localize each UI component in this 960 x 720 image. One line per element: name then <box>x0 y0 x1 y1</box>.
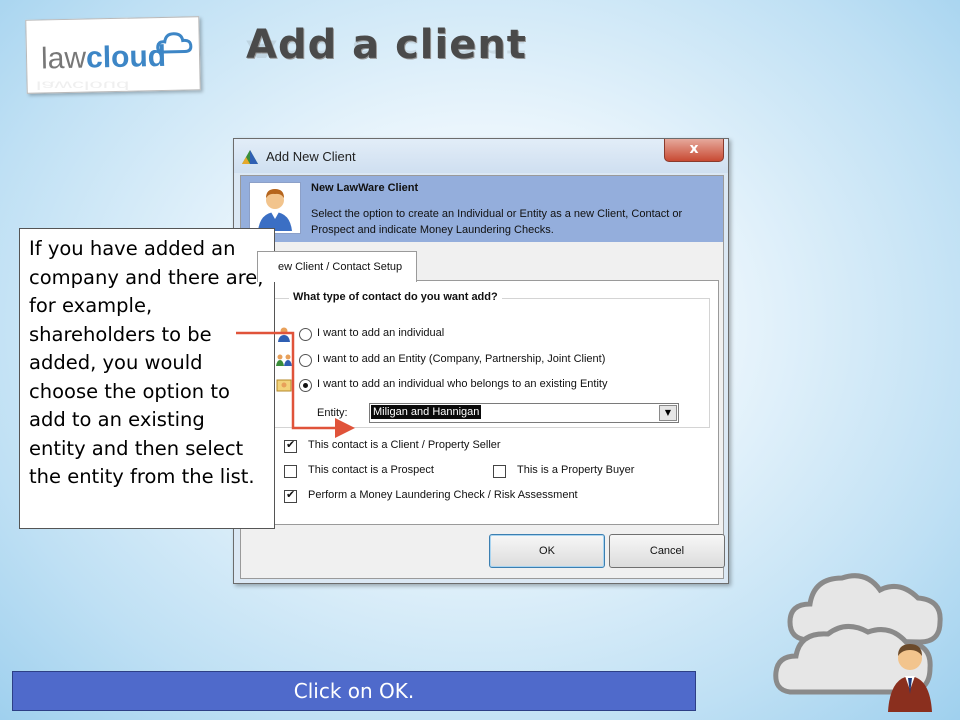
tab-panel: What type of contact do you want add? I … <box>257 280 719 525</box>
option-individual-label: I want to add an individual <box>317 327 445 339</box>
logo-reflection: lawcloud <box>36 78 130 93</box>
radio-entity[interactable] <box>299 354 312 367</box>
radio-individual[interactable] <box>299 328 312 341</box>
dialog-title: Add New Client <box>266 149 356 164</box>
dialog-header: New LawWare Client Select the option to … <box>241 176 723 242</box>
entity-selected-value: Miligan and Hannigan <box>371 405 482 419</box>
tab-label: ew Client / Contact Setup <box>278 261 403 273</box>
option-entity-label: I want to add an Entity (Company, Partne… <box>317 353 606 365</box>
option-existing-entity-label: I want to add an individual who belongs … <box>317 378 608 390</box>
callout-text: If you have added an company and there a… <box>29 237 264 488</box>
checkbox-prospect-label: This contact is a Prospect <box>308 464 434 476</box>
entity-field-label: Entity: <box>317 407 348 419</box>
ok-button[interactable]: OK <box>489 534 605 568</box>
contact-type-group: What type of contact do you want add? I … <box>268 291 710 428</box>
checkbox-money-laundering-label: Perform a Money Laundering Check / Risk … <box>308 489 578 501</box>
chevron-down-icon[interactable]: ▼ <box>659 405 677 421</box>
logo-text-law: law <box>40 41 87 76</box>
checkbox-client-seller[interactable] <box>284 438 297 453</box>
app-triangle-icon <box>242 150 258 164</box>
checkbox-property-buyer[interactable] <box>493 465 506 478</box>
entity-member-icon <box>276 379 292 392</box>
checkbox-client-seller-label: This contact is a Client / Property Sell… <box>308 439 501 451</box>
cancel-button[interactable]: Cancel <box>609 534 725 568</box>
checkbox-property-buyer-label: This is a Property Buyer <box>517 464 635 476</box>
entity-group-icon <box>276 354 292 366</box>
add-new-client-dialog: Add New Client x New LawWare Client Sele… <box>233 138 729 584</box>
dialog-header-description: Select the option to create an Individua… <box>311 208 683 236</box>
page-title-reflection: Add a client <box>246 34 527 62</box>
entity-dropdown[interactable]: Miligan and Hannigan ▼ <box>369 403 679 423</box>
logo-wordmark: lawcloud <box>41 40 167 77</box>
cloud-businessman-icon <box>773 573 943 712</box>
individual-icon <box>278 327 290 342</box>
close-button[interactable]: x <box>664 139 724 162</box>
dialog-header-title: New LawWare Client <box>311 182 419 194</box>
dialog-titlebar: Add New Client x <box>234 139 728 173</box>
instruction-text: Click on OK. <box>293 679 415 703</box>
group-title: What type of contact do you want add? <box>289 291 502 303</box>
checkbox-money-laundering[interactable] <box>284 488 297 503</box>
dialog-body: New LawWare Client Select the option to … <box>240 175 725 579</box>
radio-existing-entity[interactable] <box>299 379 312 392</box>
instruction-bar: Click on OK. <box>12 671 696 711</box>
tab-client-contact-setup[interactable]: ew Client / Contact Setup <box>257 251 417 282</box>
cloud-logo-icon <box>156 32 193 54</box>
checkbox-prospect[interactable] <box>284 465 297 478</box>
instruction-callout: If you have added an company and there a… <box>19 228 275 529</box>
user-avatar-icon <box>249 182 301 234</box>
